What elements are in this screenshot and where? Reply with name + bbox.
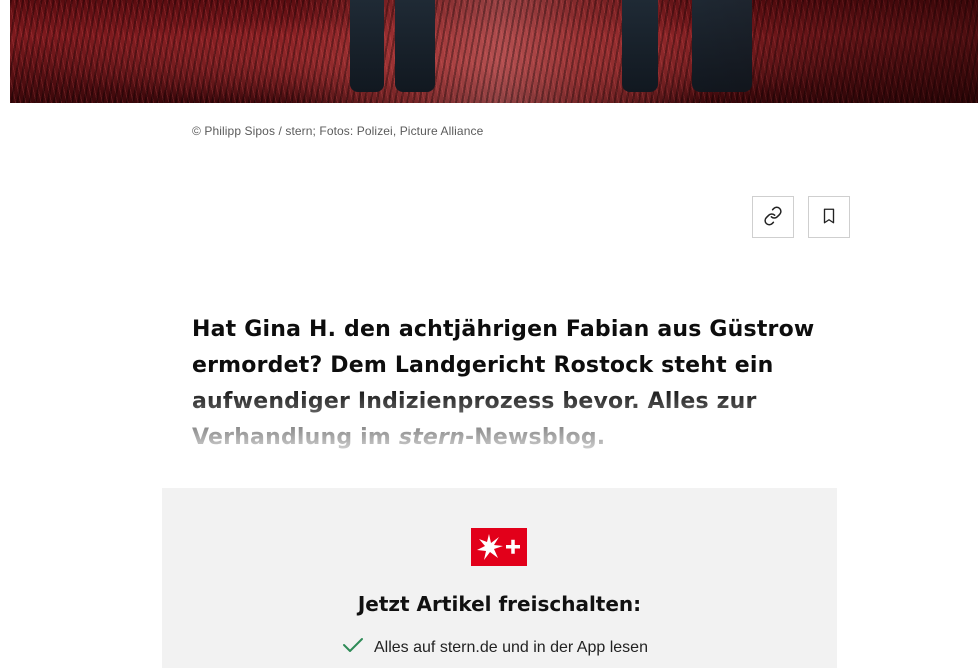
benefit-item: Alles auf stern.de und in der App lesen [342, 636, 648, 659]
benefit-label: Alles auf stern.de und in der App lesen [374, 638, 648, 656]
article-teaser: Hat Gina H. den achtjährigen Fabian aus … [192, 312, 862, 456]
teaser-text-end: -Newsblog. [464, 425, 606, 450]
article-page: © Philipp Sipos / stern; Fotos: Polizei,… [0, 0, 978, 668]
teaser-fade: Hat Gina H. den achtjährigen Fabian aus … [192, 312, 862, 456]
copy-link-button[interactable] [752, 196, 794, 238]
image-caption: © Philipp Sipos / stern; Fotos: Polizei,… [192, 124, 484, 138]
hero-figure-leg [350, 0, 384, 92]
hero-image [10, 0, 978, 103]
bookmark-button[interactable] [808, 196, 850, 238]
teaser-brand-italic: stern [398, 425, 465, 450]
paywall-box: Jetzt Artikel freischalten: Alles auf st… [162, 488, 837, 668]
stern-plus-logo [471, 528, 527, 566]
link-icon [763, 206, 783, 229]
bookmark-icon [820, 206, 838, 229]
hero-figure-leg [395, 0, 435, 92]
paywall-title: Jetzt Artikel freischalten: [357, 592, 642, 616]
hero-shadow [658, 0, 978, 103]
check-icon [342, 636, 364, 659]
hero-figure-leg [622, 0, 658, 92]
